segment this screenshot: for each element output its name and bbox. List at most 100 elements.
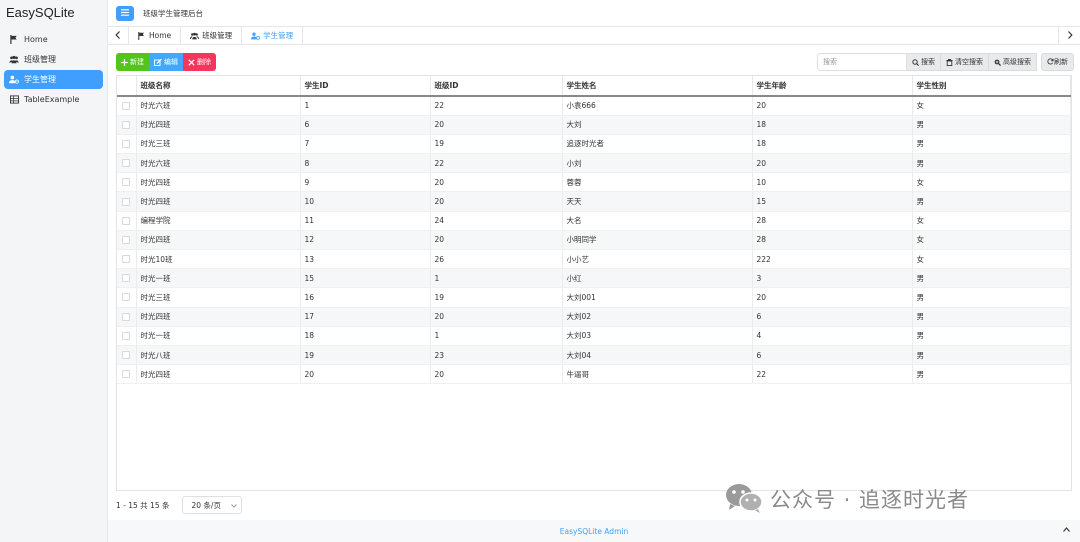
row-checkbox[interactable] (122, 370, 130, 379)
cell-student-age: 222 (752, 249, 913, 270)
delete-button-label: 删除 (197, 58, 211, 66)
row-checkbox[interactable] (122, 216, 130, 225)
table-row[interactable]: 时光一班 18 1 大刘03 4 男 (117, 326, 1071, 346)
page-info: 1 - 15 共 15 条 (116, 500, 170, 510)
cell-student-id: 13 (300, 249, 431, 270)
row-select-cell (117, 115, 137, 135)
row-checkbox[interactable] (122, 331, 130, 340)
cell-student-name: 小红 (562, 268, 753, 289)
row-select-cell (117, 96, 137, 116)
sidebar-item-label: 班级管理 (24, 55, 56, 64)
search-input[interactable] (817, 53, 907, 71)
search-group: 搜索 清空搜索 高级搜索 刷新 (817, 53, 1074, 71)
cell-student-age: 6 (752, 345, 913, 366)
cell-student-name: 大刘001 (562, 287, 753, 308)
refresh-button-label: 刷新 (1054, 58, 1068, 66)
cell-class-name: 时光四班 (136, 191, 301, 212)
edit-button[interactable]: 编辑 (149, 53, 183, 71)
tab-class-management[interactable]: 班级管理 (180, 27, 241, 44)
cell-student-id: 18 (300, 326, 431, 346)
cell-class-id: 20 (430, 364, 563, 385)
cell-student-age: 28 (752, 211, 913, 231)
cell-student-gender: 女 (912, 172, 1071, 193)
cell-student-id: 9 (300, 172, 431, 193)
row-checkbox[interactable] (122, 197, 130, 206)
table-row[interactable]: 时光四班 12 20 小明同学 28 女 (117, 230, 1071, 251)
cell-class-name: 时光三班 (136, 287, 301, 308)
column-header-student-id[interactable]: 学生ID (300, 76, 431, 97)
back-to-top-button[interactable] (1063, 525, 1070, 535)
row-checkbox[interactable] (122, 139, 130, 148)
delete-button[interactable]: 删除 (183, 53, 216, 71)
cell-student-age: 4 (752, 326, 913, 346)
row-checkbox[interactable] (122, 293, 130, 302)
row-select-cell (117, 326, 137, 346)
row-checkbox[interactable] (122, 178, 130, 187)
row-checkbox[interactable] (122, 351, 130, 360)
table-row[interactable]: 时光三班 7 19 追逐时光者 18 男 (117, 134, 1071, 155)
refresh-button[interactable]: 刷新 (1041, 53, 1074, 71)
cell-student-name: 大刘03 (562, 326, 753, 346)
column-header-class-id[interactable]: 班级ID (430, 76, 563, 97)
column-header-student-age[interactable]: 学生年龄 (752, 76, 913, 97)
menu-toggle-button[interactable] (116, 5, 134, 21)
tab-student-management[interactable]: 学生管理 (241, 27, 304, 44)
column-header-student-name[interactable]: 学生姓名 (562, 76, 753, 97)
table-row[interactable]: 时光三班 16 19 大刘001 20 男 (117, 287, 1071, 308)
users-icon (9, 55, 19, 65)
tab-home[interactable]: Home (128, 27, 180, 44)
add-button[interactable]: 新建 (116, 53, 149, 71)
clear-search-button[interactable]: 清空搜索 (941, 53, 989, 71)
table-row[interactable]: 时光四班 17 20 大刘02 6 男 (117, 307, 1071, 327)
table-row[interactable]: 时光六班 8 22 小刘 20 男 (117, 153, 1071, 174)
cell-class-name: 时光四班 (136, 115, 301, 135)
wechat-icon (724, 482, 764, 516)
row-checkbox[interactable] (122, 274, 130, 283)
edit-icon (154, 58, 162, 66)
select-all-cell (117, 76, 137, 97)
cell-student-name: 天天 (562, 191, 753, 212)
add-button-label: 新建 (130, 58, 144, 66)
column-header-student-gender[interactable]: 学生性别 (912, 76, 1071, 97)
sidebar-item-student-management[interactable]: 学生管理 (4, 70, 103, 89)
row-checkbox[interactable] (122, 312, 130, 321)
cell-student-name: 小明同学 (562, 230, 753, 251)
cell-student-gender: 女 (912, 230, 1071, 251)
table-row[interactable]: 时光四班 6 20 大刘 18 男 (117, 115, 1071, 135)
row-checkbox[interactable] (122, 159, 130, 168)
table-row[interactable]: 编程学院 11 24 大名 28 女 (117, 211, 1071, 231)
table-row[interactable]: 时光四班 9 20 蓉蓉 10 女 (117, 172, 1071, 193)
cell-student-age: 6 (752, 307, 913, 327)
table-row[interactable]: 时光一班 15 1 小红 3 男 (117, 268, 1071, 289)
cell-student-name: 大刘02 (562, 307, 753, 327)
table-row[interactable]: 时光八班 19 23 大刘04 6 男 (117, 345, 1071, 366)
search-button[interactable]: 搜索 (907, 53, 941, 71)
cell-student-age: 28 (752, 230, 913, 251)
cell-student-name: 小小艺 (562, 249, 753, 270)
sidebar-item-home[interactable]: Home (4, 30, 103, 49)
cell-class-id: 22 (430, 153, 563, 174)
hamburger-icon (121, 8, 129, 18)
row-checkbox[interactable] (122, 235, 130, 244)
page-size-value: 20 条/页 (191, 500, 221, 510)
tabs-scroll-right-button[interactable] (1058, 27, 1080, 44)
advanced-search-button[interactable]: 高级搜索 (989, 53, 1037, 71)
row-checkbox[interactable] (122, 120, 130, 129)
sidebar-item-table-example[interactable]: TableExample (4, 90, 103, 109)
row-checkbox[interactable] (122, 255, 130, 264)
tabs-scroll-left-button[interactable] (108, 27, 128, 44)
table-row[interactable]: 时光四班 20 20 牛逼哥 22 男 (117, 364, 1071, 385)
cell-student-id: 11 (300, 211, 431, 231)
cell-class-name: 编程学院 (136, 211, 301, 231)
edit-button-label: 编辑 (164, 58, 178, 66)
column-header-class-name[interactable]: 班级名称 (136, 76, 301, 97)
page-size-select[interactable]: 20 条/页 (181, 496, 242, 514)
table-row[interactable]: 时光10班 13 26 小小艺 222 女 (117, 249, 1071, 270)
row-checkbox[interactable] (122, 101, 130, 110)
row-select-cell (117, 172, 137, 193)
sidebar-item-class-management[interactable]: 班级管理 (4, 50, 103, 69)
table-row[interactable]: 时光四班 10 20 天天 15 男 (117, 191, 1071, 212)
cell-student-id: 12 (300, 230, 431, 251)
table-row[interactable]: 时光六班 1 22 小袁666 20 女 (117, 96, 1071, 116)
cell-class-name: 时光四班 (136, 230, 301, 251)
